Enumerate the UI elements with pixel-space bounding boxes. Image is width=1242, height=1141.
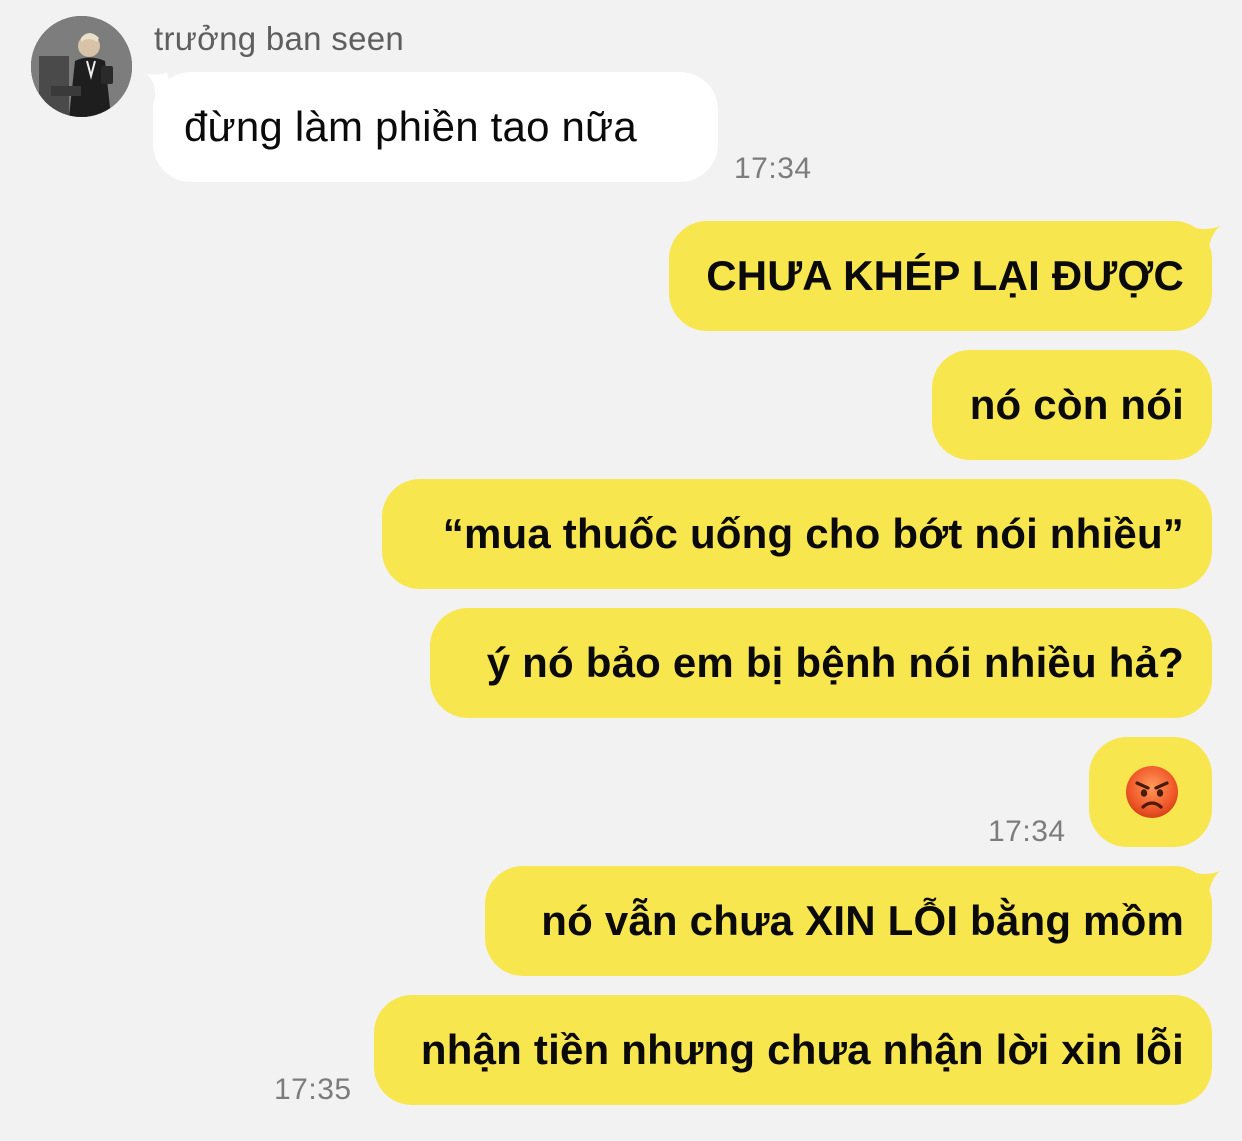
outgoing-message-text: nhận tiền nhưng chưa nhận lời xin lỗi xyxy=(420,1026,1184,1073)
outgoing-message[interactable]: “mua thuốc uống cho bớt nói nhiều” xyxy=(382,479,1212,589)
incoming-message[interactable]: đừng làm phiền tao nữa xyxy=(153,72,718,182)
outgoing-timestamp: 17:35 xyxy=(274,1073,352,1106)
outgoing-message[interactable]: nó vẫn chưa XIN LỖI bằng mồm xyxy=(485,866,1212,976)
outgoing-bubble-tail xyxy=(1190,226,1220,254)
outgoing-message-text: CHƯA KHÉP LẠI ĐƯỢC xyxy=(706,252,1184,299)
outgoing-message-text: ý nó bảo em bị bệnh nói nhiều hả? xyxy=(486,639,1184,686)
sender-name: trưởng ban seen xyxy=(154,20,405,57)
outgoing-message[interactable]: nó còn nói xyxy=(932,350,1212,460)
avatar-photo xyxy=(31,16,132,117)
sender-avatar[interactable] xyxy=(31,16,132,117)
outgoing-bubble-tail xyxy=(1190,871,1220,899)
outgoing-timestamp: 17:34 xyxy=(988,815,1066,848)
outgoing-message[interactable]: CHƯA KHÉP LẠI ĐƯỢC xyxy=(669,221,1212,331)
incoming-message-text: đừng làm phiền tao nữa xyxy=(184,103,637,150)
outgoing-message[interactable]: nhận tiền nhưng chưa nhận lời xin lỗi xyxy=(374,995,1212,1105)
outgoing-message-text: nó còn nói xyxy=(969,381,1184,428)
incoming-bubble-tail xyxy=(147,72,173,100)
angry-face-icon xyxy=(1126,766,1178,818)
outgoing-message-text: “mua thuốc uống cho bớt nói nhiều” xyxy=(442,510,1184,557)
outgoing-emoji-message[interactable] xyxy=(1089,737,1212,847)
incoming-timestamp: 17:34 xyxy=(734,152,812,185)
outgoing-message[interactable]: ý nó bảo em bị bệnh nói nhiều hả? xyxy=(430,608,1212,718)
outgoing-message-text: nó vẫn chưa XIN LỖI bằng mồm xyxy=(541,897,1184,944)
